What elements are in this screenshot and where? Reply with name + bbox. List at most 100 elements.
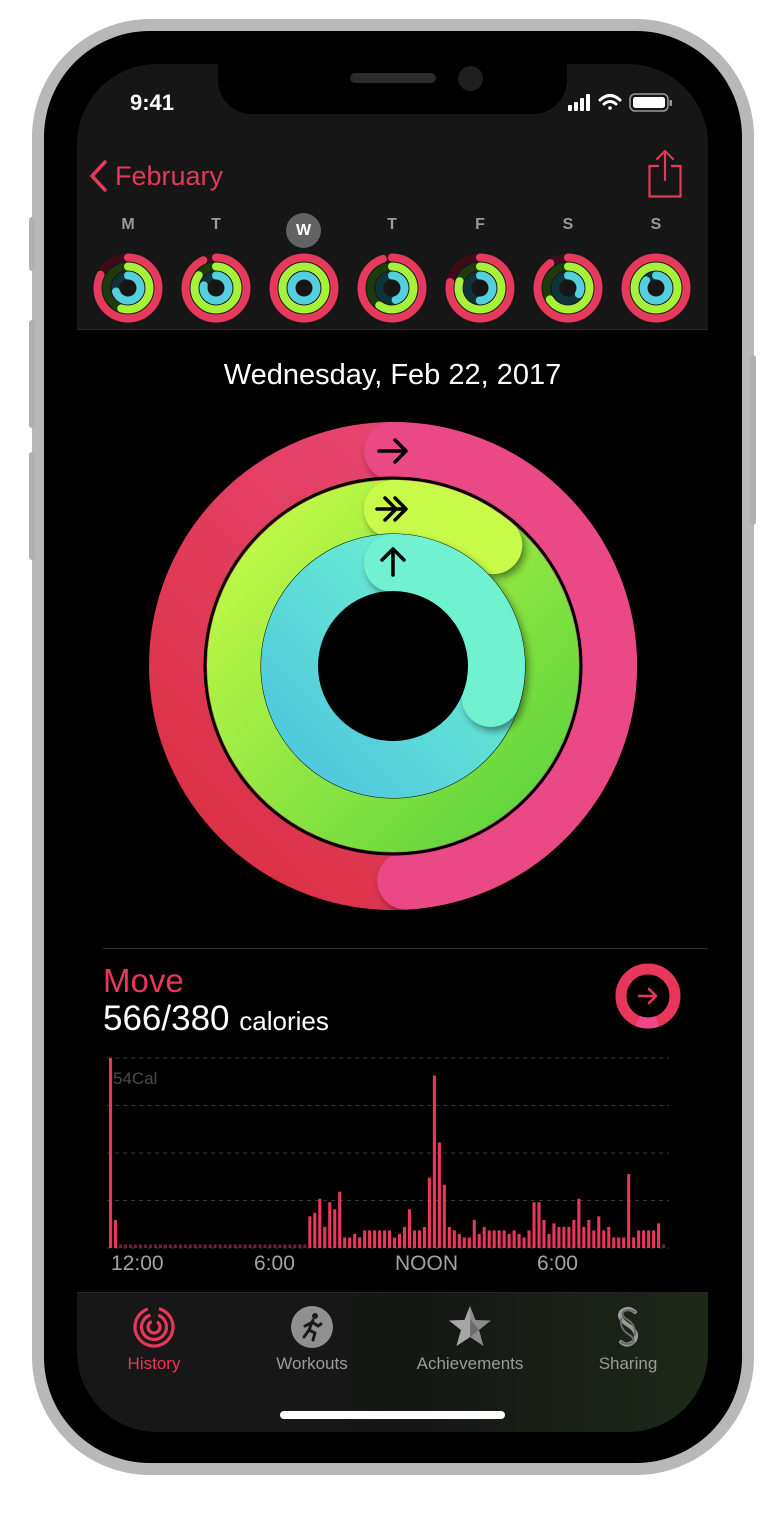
chart-bar <box>542 1219 546 1248</box>
tab-workouts[interactable]: Workouts <box>242 1301 382 1381</box>
chart-bar <box>487 1230 491 1248</box>
chart-bar <box>467 1237 471 1248</box>
chart-bar <box>637 1230 641 1248</box>
chart-bar <box>353 1233 357 1248</box>
day-letter: F <box>475 216 485 233</box>
chart-bar <box>198 1244 202 1248</box>
chart-bar <box>452 1230 456 1248</box>
chart-bar <box>283 1244 287 1248</box>
axis-label-6pm: 6:00 <box>537 1252 578 1275</box>
chart-bar <box>148 1244 152 1248</box>
activity-rings-thumbnail <box>533 253 603 323</box>
chart-bar <box>527 1230 531 1248</box>
day-monday[interactable]: M <box>93 213 163 325</box>
chart-bar <box>308 1216 312 1248</box>
chart-bar <box>158 1244 162 1248</box>
tab-bar: History Workouts Achievements Sharing <box>77 1292 708 1432</box>
chart-bar <box>587 1219 591 1248</box>
chart-bar <box>547 1233 551 1248</box>
move-calories: 566/380 <box>103 999 230 1038</box>
chart-bar <box>602 1230 606 1248</box>
axis-label-midnight: 12:00 <box>111 1252 164 1275</box>
chart-bar <box>562 1226 566 1248</box>
chart-bar <box>647 1230 651 1248</box>
chart-max-label: 54Cal <box>113 1069 157 1088</box>
chart-bar <box>388 1230 392 1248</box>
chart-bar <box>432 1075 436 1248</box>
day-friday[interactable]: F <box>445 213 515 325</box>
chart-bar <box>113 1219 118 1248</box>
chart-bar <box>193 1244 197 1248</box>
chart-bar <box>582 1226 586 1248</box>
star-badge-icon <box>449 1306 491 1346</box>
day-letter: T <box>211 216 221 233</box>
chart-bar <box>368 1230 372 1248</box>
activity-rings <box>149 422 637 910</box>
chart-bar <box>407 1209 412 1248</box>
chart-bar <box>552 1223 556 1248</box>
chart-bar <box>517 1233 521 1248</box>
move-detail-button[interactable] <box>614 962 682 1030</box>
chart-bar <box>417 1230 421 1248</box>
chart-bar <box>412 1230 416 1248</box>
move-hourly-chart: 54Cal <box>107 1057 669 1249</box>
chart-bar <box>303 1244 307 1248</box>
back-button[interactable]: February <box>88 159 223 193</box>
chart-bar <box>263 1244 267 1248</box>
activity-rings-thumbnail <box>181 253 251 323</box>
chart-bar <box>502 1230 506 1248</box>
chart-bar <box>642 1230 646 1248</box>
home-indicator[interactable] <box>280 1411 505 1419</box>
chart-bar <box>632 1237 636 1248</box>
back-label: February <box>115 160 224 191</box>
tab-history[interactable]: History <box>84 1301 224 1381</box>
chart-bar <box>537 1202 541 1248</box>
tab-sharing[interactable]: Sharing <box>558 1301 698 1381</box>
chart-bar <box>298 1244 302 1248</box>
axis-label-6am: 6:00 <box>254 1252 295 1275</box>
day-wednesday[interactable]: W <box>269 213 339 325</box>
chart-bar <box>288 1244 292 1248</box>
chevron-left-icon <box>90 160 107 192</box>
share-icon[interactable] <box>648 149 682 199</box>
chart-bar <box>422 1226 426 1248</box>
chart-bar <box>392 1237 397 1248</box>
chart-bar <box>442 1184 446 1248</box>
day-saturday[interactable]: S <box>533 213 603 325</box>
chart-bar <box>492 1230 496 1248</box>
tab-achievements[interactable]: Achievements <box>400 1301 540 1381</box>
sharing-icon <box>617 1307 639 1347</box>
chart-bar <box>612 1237 616 1248</box>
chart-bar <box>507 1233 511 1248</box>
chart-bar <box>133 1244 137 1248</box>
chart-bar <box>293 1244 297 1248</box>
day-thursday[interactable]: T <box>357 213 427 325</box>
chart-bar <box>427 1177 431 1248</box>
chart-bar <box>343 1237 347 1248</box>
tab-label: Workouts <box>276 1354 348 1373</box>
chart-bar <box>397 1233 402 1248</box>
chart-bar <box>522 1237 526 1248</box>
chart-bar <box>363 1230 367 1248</box>
chart-bar <box>138 1244 142 1248</box>
day-tuesday[interactable]: T <box>181 213 251 325</box>
chart-bar <box>617 1237 621 1248</box>
chart-bar <box>253 1244 257 1248</box>
cellular-signal-icon <box>568 94 590 111</box>
chart-bar <box>173 1244 177 1248</box>
chart-bar <box>128 1244 133 1248</box>
chart-bar <box>402 1226 407 1248</box>
move-title: Move <box>103 962 184 999</box>
day-sunday[interactable]: S <box>621 213 691 325</box>
status-time: 9:41 <box>130 90 175 115</box>
chart-bar <box>248 1244 252 1248</box>
activity-rings-thumbnail <box>357 253 427 323</box>
chart-bar <box>358 1237 362 1248</box>
chart-bar <box>278 1244 282 1248</box>
chart-bar <box>607 1226 611 1248</box>
activity-rings-thumbnail <box>93 253 163 323</box>
status-icons <box>568 93 672 112</box>
battery-icon <box>629 93 672 112</box>
day-letter: T <box>387 216 397 233</box>
move-value: 566/380 calories <box>103 999 329 1039</box>
